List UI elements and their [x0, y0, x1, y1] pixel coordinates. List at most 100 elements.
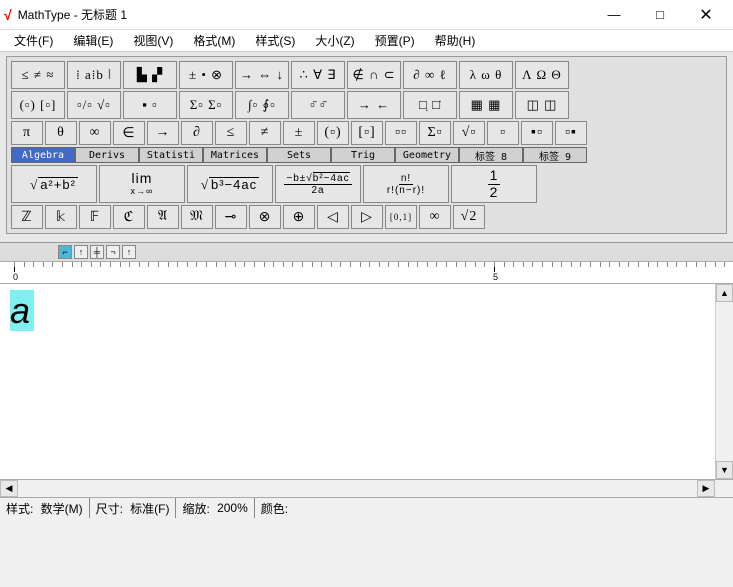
sym-infinity[interactable]: ∞ — [79, 121, 111, 145]
tab-statisti[interactable]: Statisti — [139, 147, 203, 163]
tmpl-sum[interactable]: Σ▫ — [419, 121, 451, 145]
pal-labeled-arrows[interactable]: → ← — [347, 91, 401, 119]
menu-preset[interactable]: 预置(P) — [365, 30, 425, 51]
menu-edit[interactable]: 编辑(E) — [63, 30, 123, 51]
pal-spaces[interactable]: ⁞ a⁞b ⦚ — [67, 61, 121, 89]
pal-greek-upper[interactable]: Λ Ω Θ — [515, 61, 569, 89]
pal-operators[interactable]: ± • ⊗ — [179, 61, 233, 89]
tab-标签-9[interactable]: 标签 9 — [523, 147, 587, 163]
sym-pi[interactable]: π — [11, 121, 43, 145]
pal-set-theory[interactable]: ∉ ∩ ⊂ — [347, 61, 401, 89]
tab-matrices[interactable]: Matrices — [203, 147, 267, 163]
menu-view[interactable]: 视图(V) — [123, 30, 183, 51]
tmpl-paren[interactable]: (▫) — [317, 121, 349, 145]
tab-marker-4[interactable]: ↑ — [122, 245, 136, 259]
tmpl-bracket[interactable]: [▫] — [351, 121, 383, 145]
template-2[interactable]: √b³−4ac — [187, 165, 273, 203]
sym-arrow[interactable]: → — [147, 121, 179, 145]
sym-neq[interactable]: ≠ — [249, 121, 281, 145]
tmpl-subbox[interactable]: ▪▫ — [521, 121, 553, 145]
template-5[interactable]: 12 — [451, 165, 537, 203]
scroll-right-icon[interactable]: ▶ — [697, 480, 715, 497]
close-button[interactable]: ✕ — [683, 0, 729, 30]
tab-geometry[interactable]: Geometry — [395, 147, 459, 163]
pal-fences[interactable]: (▫) [▫] — [11, 91, 65, 119]
pal-relational[interactable]: ≤ ≠ ≈ — [11, 61, 65, 89]
pal-embellish[interactable]: ▙ ▞ — [123, 61, 177, 89]
sym-frak-a[interactable]: 𝔄 — [147, 205, 179, 229]
tmpl-box[interactable]: ▫ — [487, 121, 519, 145]
maximize-button[interactable]: □ — [637, 0, 683, 30]
scroll-up-icon[interactable]: ▲ — [716, 284, 733, 302]
pal-fractions[interactable]: ▫/▫ √▫ — [67, 91, 121, 119]
pal-misc[interactable]: ∂ ∞ ℓ — [403, 61, 457, 89]
menu-size[interactable]: 大小(Z) — [305, 30, 364, 51]
tmpl-superbox[interactable]: ▫▪ — [555, 121, 587, 145]
tmpl-slots[interactable]: ▫▫ — [385, 121, 417, 145]
sym-theta[interactable]: θ — [45, 121, 77, 145]
pal-products[interactable]: □̣ □̇ — [403, 91, 457, 119]
sym-tensor[interactable]: ⊗ — [249, 205, 281, 229]
menu-help[interactable]: 帮助(H) — [425, 30, 486, 51]
sym-elementof[interactable]: ∈ — [113, 121, 145, 145]
status-zoom[interactable]: 缩放: 200% — [176, 498, 254, 518]
pal-integrals[interactable]: ∫▫ ∮▫ — [235, 91, 289, 119]
pal-subsup[interactable]: ▪ ▫ — [123, 91, 177, 119]
template-4[interactable]: n!r!(n−r)! — [363, 165, 449, 203]
sym-triangle-left[interactable]: ◁ — [317, 205, 349, 229]
vertical-scrollbar[interactable]: ▲ ▼ — [715, 284, 733, 479]
pal-greek-lower[interactable]: λ ω θ — [459, 61, 513, 89]
status-size[interactable]: 尺寸: 标准(F) — [90, 498, 177, 518]
horizontal-scrollbar[interactable]: ◀ ▶ — [0, 480, 733, 498]
tab-marker-1[interactable]: ↑ — [74, 245, 88, 259]
template-3[interactable]: −b±√b²−4ac2a — [275, 165, 361, 203]
palette-row-2: (▫) [▫] ▫/▫ √▫ ▪ ▫ Σ▫ Σ▫ ∫▫ ∮▫ ▫̄ ▫̄ → ←… — [11, 91, 722, 119]
pal-matrices[interactable]: ▦ ▦ — [459, 91, 513, 119]
tab-sets[interactable]: Sets — [267, 147, 331, 163]
template-tabs: AlgebraDerivsStatistiMatricesSetsTrigGeo… — [11, 147, 722, 163]
sym-infty2[interactable]: ∞ — [419, 205, 451, 229]
sym-frak-m[interactable]: 𝔐 — [181, 205, 213, 229]
sym-oplus[interactable]: ⊕ — [283, 205, 315, 229]
tmpl-sqrt[interactable]: √▫ — [453, 121, 485, 145]
scroll-left-icon[interactable]: ◀ — [0, 480, 18, 497]
minimize-button[interactable]: — — [591, 0, 637, 30]
scroll-track[interactable] — [18, 480, 697, 497]
menu-format[interactable]: 格式(M) — [183, 30, 245, 51]
pal-boxes[interactable]: ◫ ◫ — [515, 91, 569, 119]
toolbar-area: ≤ ≠ ≈ ⁞ a⁞b ⦚ ▙ ▞ ± • ⊗ → ⇔ ↓ ∴ ∀ ∃ ∉ ∩ … — [0, 52, 733, 243]
sym-frak-c[interactable]: ℭ — [113, 205, 145, 229]
sym-multimap[interactable]: ⊸ — [215, 205, 247, 229]
sym-partial[interactable]: ∂ — [181, 121, 213, 145]
sym-triangle-right[interactable]: ▷ — [351, 205, 383, 229]
template-1[interactable]: limx→∞ — [99, 165, 185, 203]
sym-integers[interactable]: ℤ — [11, 205, 43, 229]
tab-marker-3[interactable]: ¬ — [106, 245, 120, 259]
sym-field-f[interactable]: 𝔽 — [79, 205, 111, 229]
editor-wrap: a ▲ ▼ — [0, 284, 733, 480]
sym-pm[interactable]: ± — [283, 121, 315, 145]
menu-style[interactable]: 样式(S) — [245, 30, 305, 51]
pal-sums[interactable]: Σ▫ Σ▫ — [179, 91, 233, 119]
scroll-down-icon[interactable]: ▼ — [716, 461, 733, 479]
template-0[interactable]: √a²+b² — [11, 165, 97, 203]
tab-标签-8[interactable]: 标签 8 — [459, 147, 523, 163]
sym-field-k[interactable]: 𝕜 — [45, 205, 77, 229]
window-title: MathType - 无标题 1 — [18, 6, 591, 23]
status-style[interactable]: 样式: 数学(M) — [0, 498, 90, 518]
tab-trig[interactable]: Trig — [331, 147, 395, 163]
sym-interval[interactable]: [0,1] — [385, 205, 417, 229]
pal-arrows[interactable]: → ⇔ ↓ — [235, 61, 289, 89]
equation-editor[interactable]: a — [0, 284, 733, 338]
status-color[interactable]: 颜色: — [255, 498, 294, 518]
sym-sqrt2[interactable]: √2 — [453, 205, 485, 229]
pal-logical[interactable]: ∴ ∀ ∃ — [291, 61, 345, 89]
sym-leq[interactable]: ≤ — [215, 121, 247, 145]
tab-marker-active[interactable]: ⌐ — [58, 245, 72, 259]
ruler[interactable]: 0 5 — [0, 262, 733, 284]
tab-derivs[interactable]: Derivs — [75, 147, 139, 163]
pal-overbar[interactable]: ▫̄ ▫̄ — [291, 91, 345, 119]
tab-algebra[interactable]: Algebra — [11, 147, 75, 163]
menu-file[interactable]: 文件(F) — [4, 30, 63, 51]
tab-marker-2[interactable]: ╪ — [90, 245, 104, 259]
